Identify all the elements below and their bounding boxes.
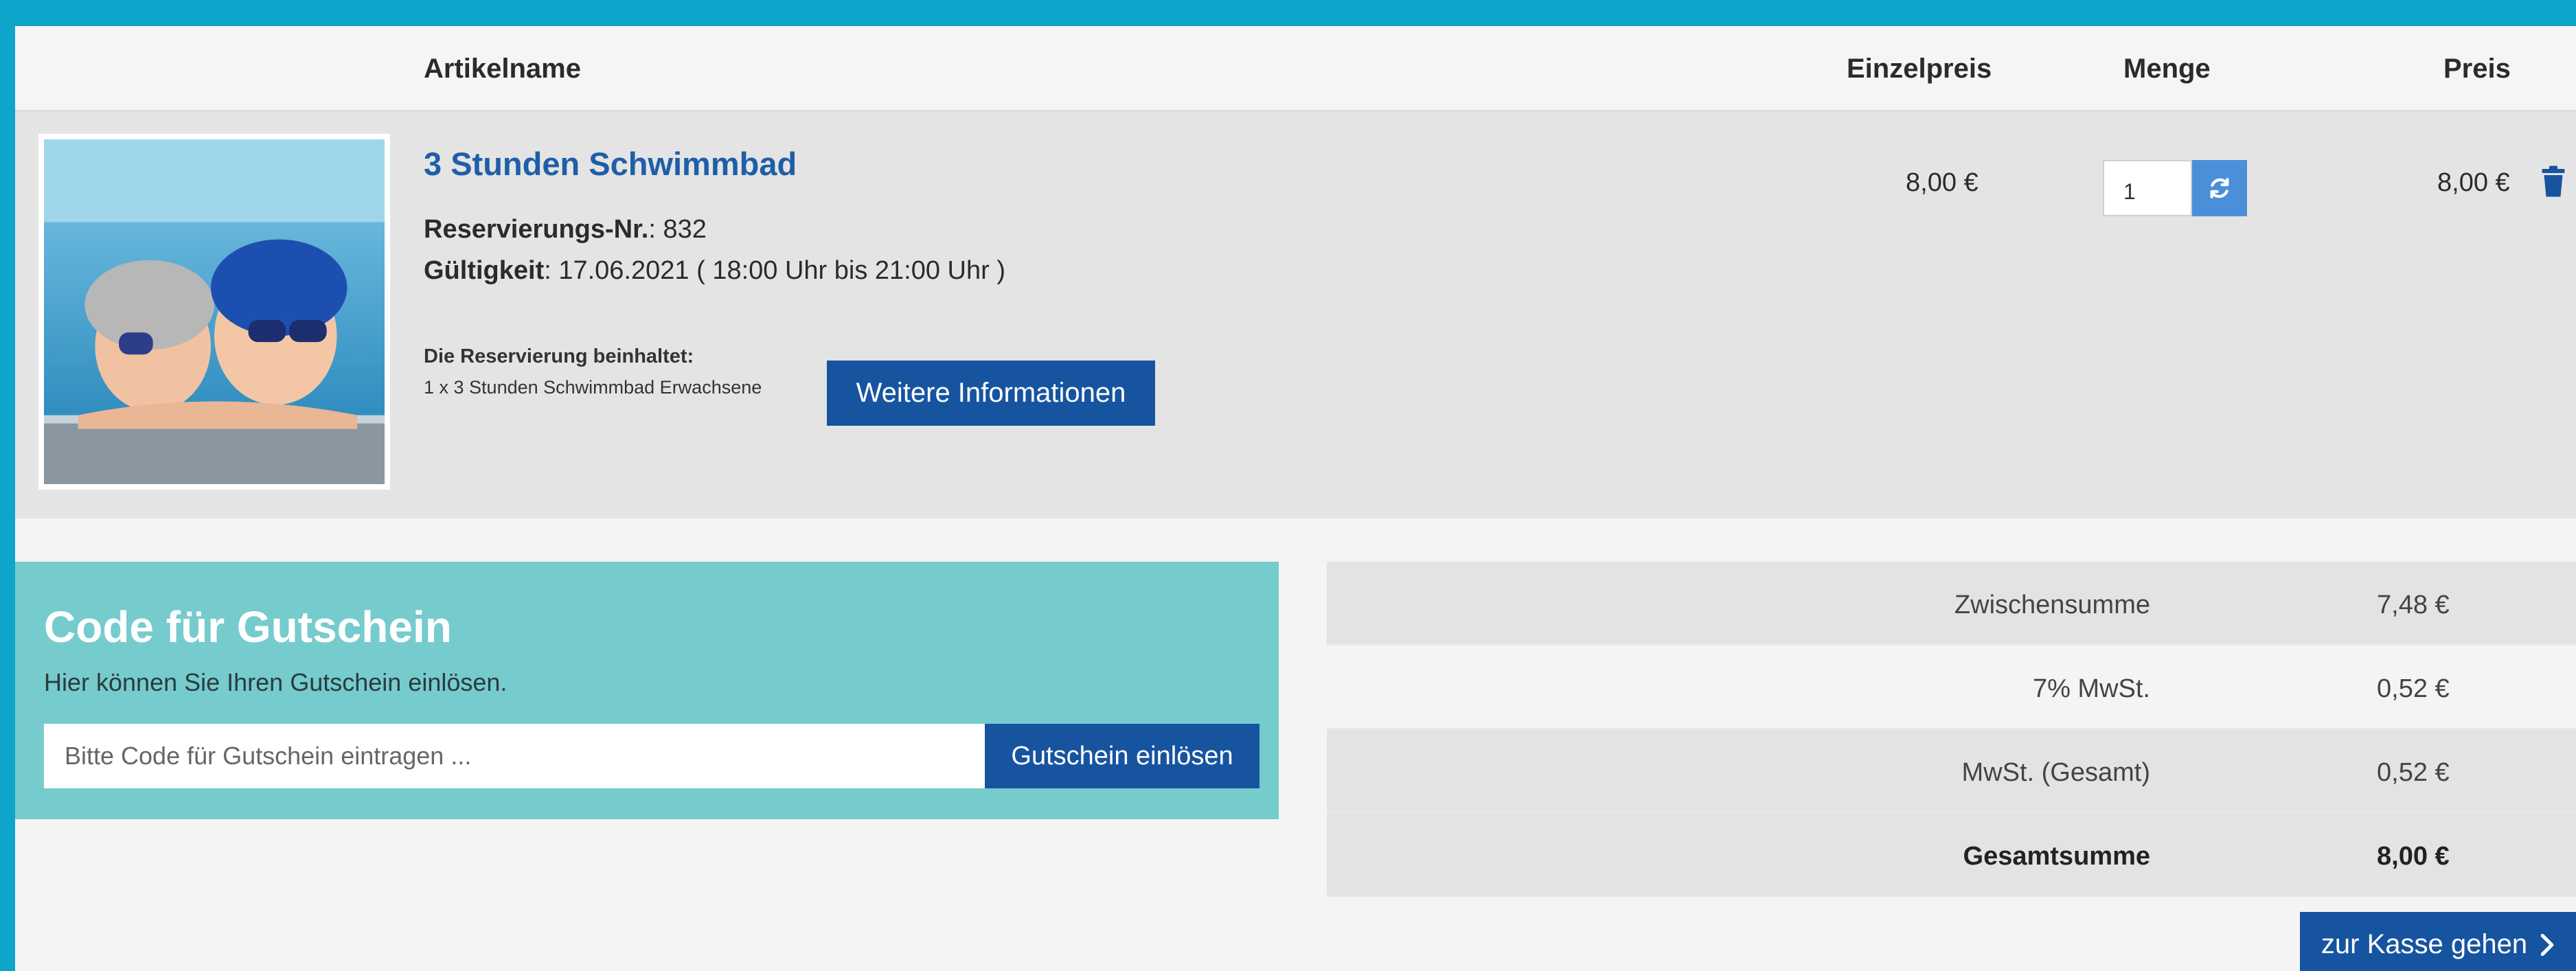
redeem-voucher-button[interactable]: Gutschein einlösen <box>985 724 1259 788</box>
cart-table-header: Artikelname Einzelpreis Menge Preis <box>15 26 2576 112</box>
item-title-link[interactable]: 3 Stunden Schwimmbad <box>424 145 797 183</box>
header-article-name: Artikelname <box>424 54 581 84</box>
cart-item-row: 3 Stunden Schwimmbad Reservierungs-Nr.: … <box>15 112 2576 518</box>
swimming-pool-photo-icon <box>44 139 385 484</box>
cart-page: Artikelname Einzelpreis Menge Preis 3 St… <box>15 26 2576 971</box>
validity: Gültigkeit: 17.06.2021 ( 18:00 Uhr bis 2… <box>424 256 1005 286</box>
header-price: Preis <box>2443 54 2511 84</box>
subtotal-label: Zwischensumme <box>1954 591 2150 619</box>
chevron-right-icon <box>2540 933 2554 956</box>
checkout-button[interactable]: zur Kasse gehen <box>2300 912 2576 971</box>
validity-label: Gültigkeit <box>424 256 545 285</box>
validity-value: : 17.06.2021 ( 18:00 Uhr bis 21:00 Uhr ) <box>544 256 1005 285</box>
grand-total-row: Gesamtsumme 8,00 € <box>1327 813 2576 897</box>
item-line-price: 8,00 € <box>2437 168 2510 197</box>
header-quantity: Menge <box>2123 54 2211 84</box>
voucher-subtitle: Hier können Sie Ihren Gutschein einlösen… <box>44 668 508 696</box>
voucher-code-input[interactable] <box>44 724 985 788</box>
reservation-label: Reservierungs-Nr. <box>424 215 649 244</box>
reservation-value: : 832 <box>648 215 707 244</box>
more-info-button[interactable]: Weitere Informationen <box>827 361 1155 426</box>
voucher-panel: Code für Gutschein Hier können Sie Ihren… <box>15 562 1279 819</box>
item-unit-price: 8,00 € <box>1906 168 1979 197</box>
reservation-number: Reservierungs-Nr.: 832 <box>424 215 707 244</box>
trash-icon[interactable] <box>2541 165 2566 197</box>
includes-item: 1 x 3 Stunden Schwimmbad Erwachsene <box>424 377 762 398</box>
vat-total-row: MwSt. (Gesamt) 0,52 € <box>1327 729 2576 813</box>
vat-label: 7% MwSt. <box>2032 674 2150 703</box>
checkout-label: zur Kasse gehen <box>2321 929 2528 959</box>
update-quantity-button[interactable] <box>2192 160 2247 216</box>
vat-row: 7% MwSt. 0,52 € <box>1327 646 2576 729</box>
order-totals: Zwischensumme 7,48 € 7% MwSt. 0,52 € MwS… <box>1327 562 2576 897</box>
grand-total-value: 8,00 € <box>2377 842 2450 871</box>
vat-total-label: MwSt. (Gesamt) <box>1961 758 2150 787</box>
product-image <box>38 134 390 490</box>
vat-value: 0,52 € <box>2377 674 2450 703</box>
subtotal-value: 7,48 € <box>2377 591 2450 619</box>
subtotal-row: Zwischensumme 7,48 € <box>1327 562 2576 646</box>
vat-total-value: 0,52 € <box>2377 758 2450 787</box>
includes-heading: Die Reservierung beinhaltet: <box>424 345 694 367</box>
grand-total-label: Gesamtsumme <box>1963 842 2150 871</box>
voucher-title: Code für Gutschein <box>44 602 452 652</box>
refresh-icon <box>2210 178 2229 198</box>
header-unit-price: Einzelpreis <box>1847 54 1992 84</box>
quantity-input[interactable]: 1 <box>2103 160 2192 216</box>
